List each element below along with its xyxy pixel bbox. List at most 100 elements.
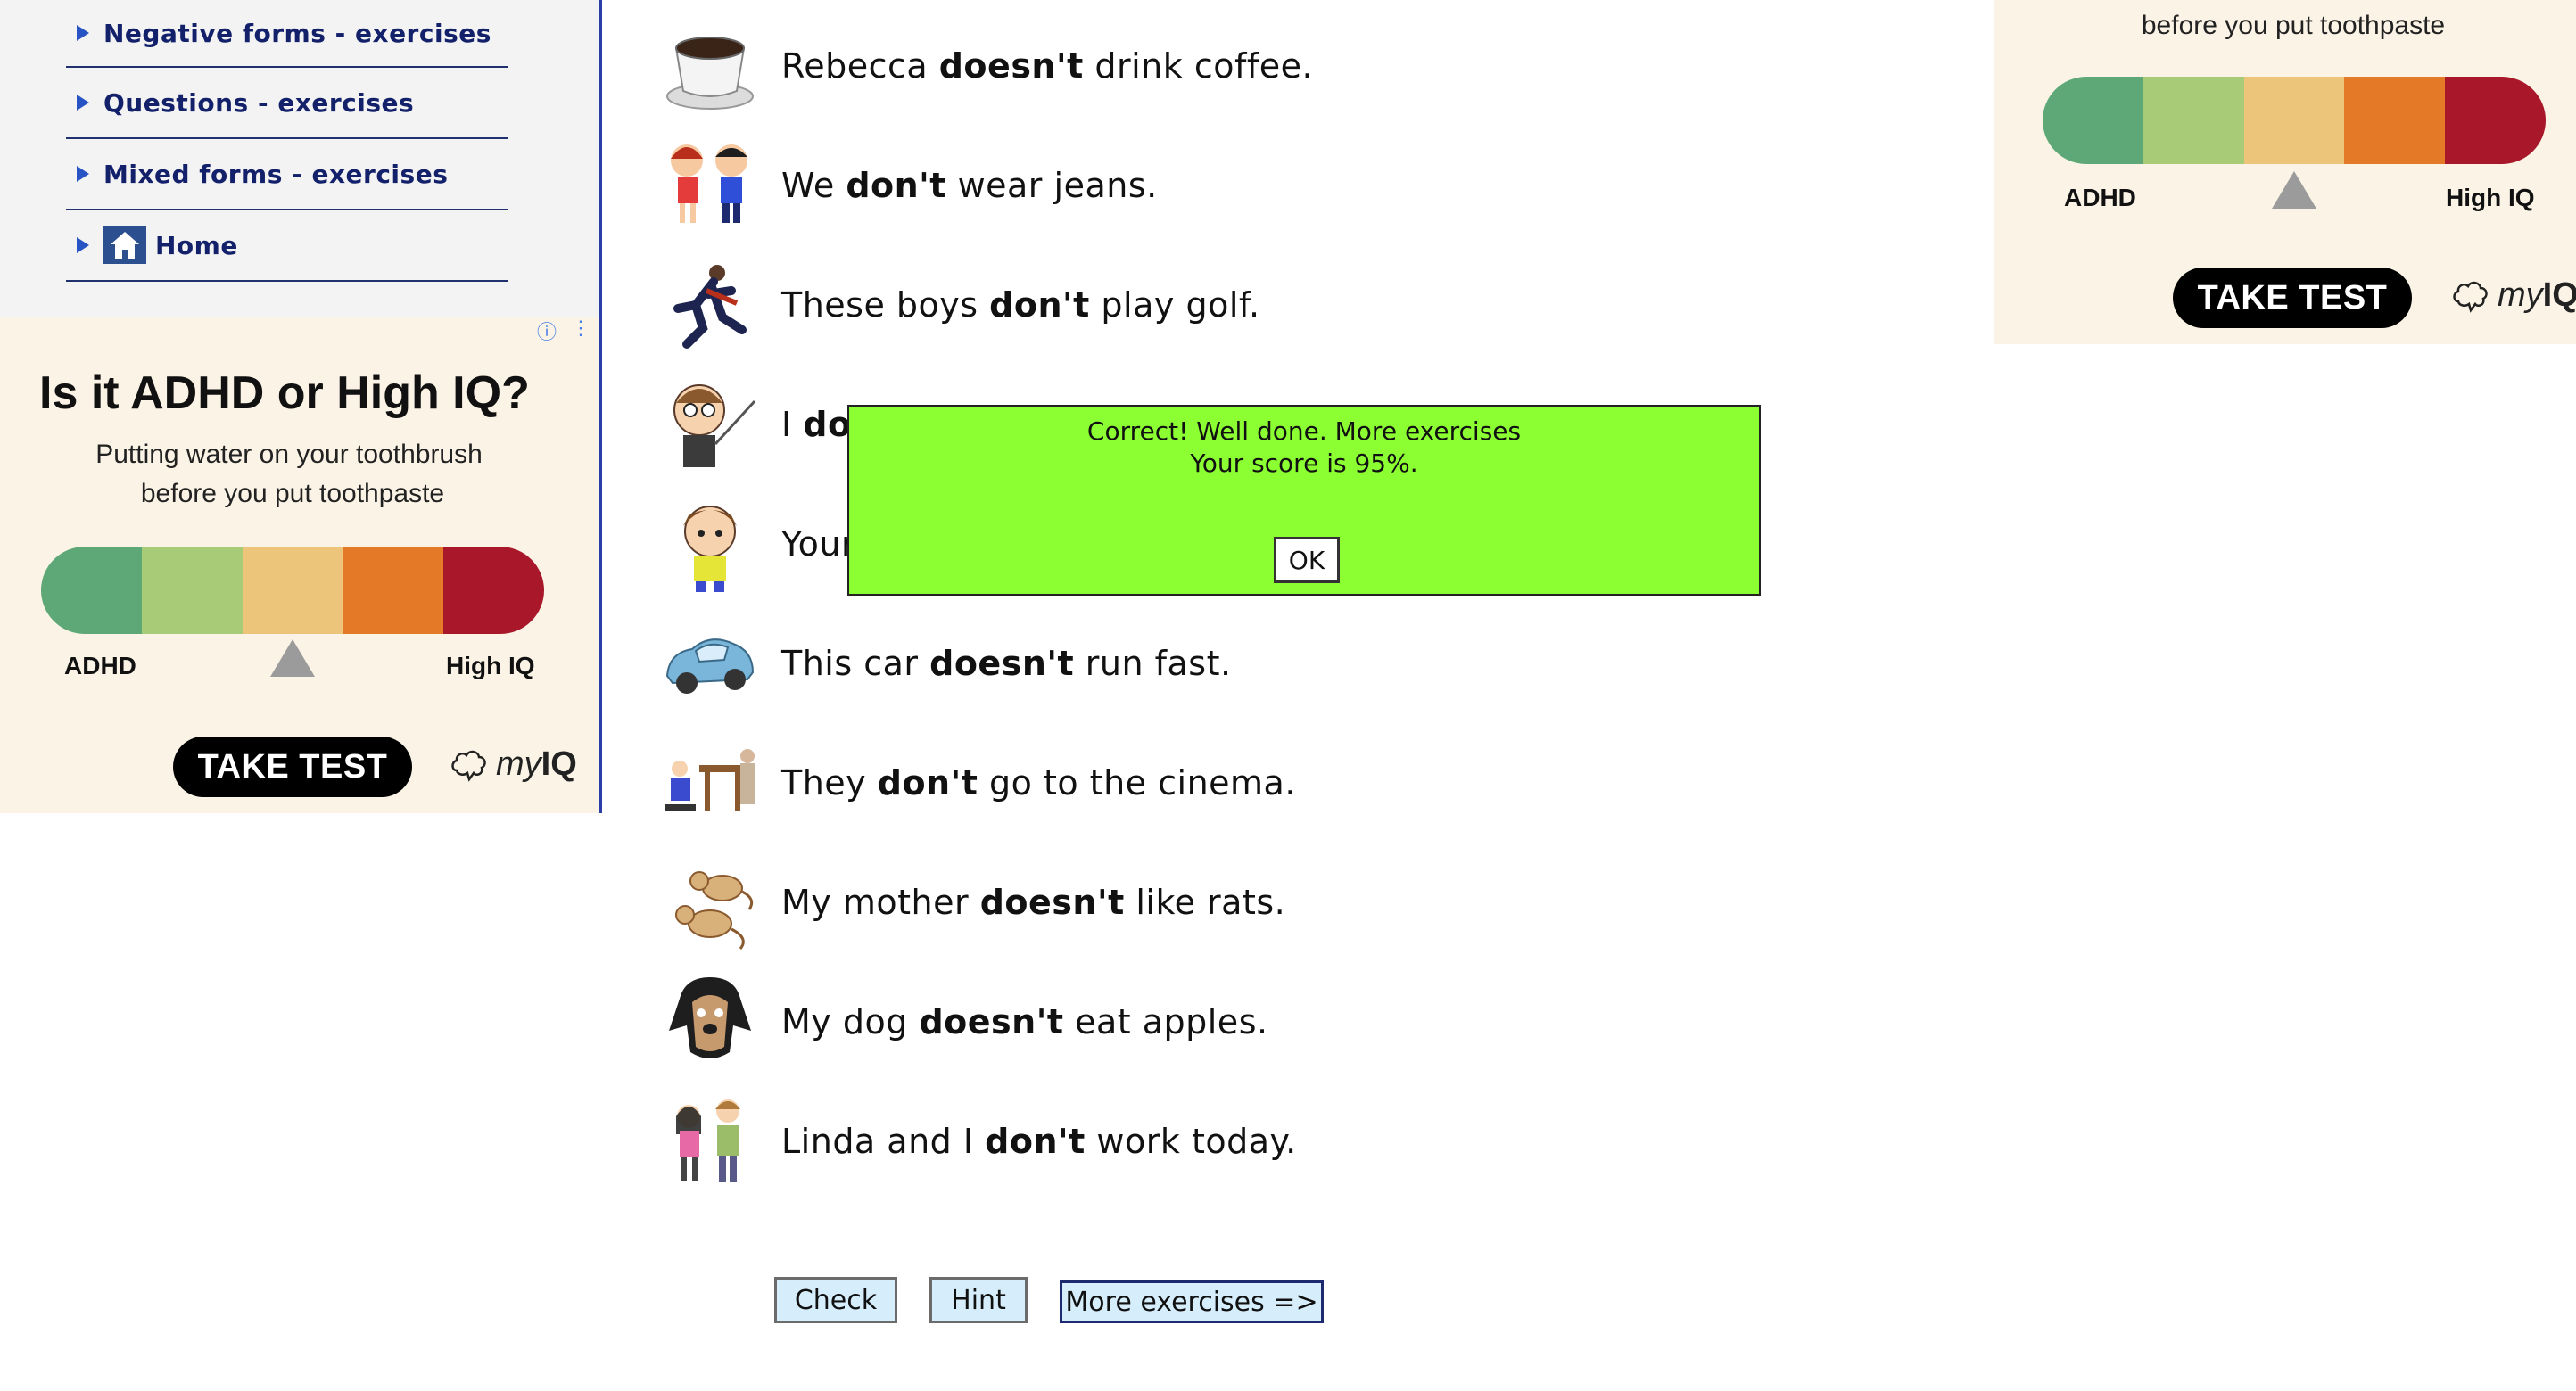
sidebar-item-label: Home [155,230,238,260]
gauge-pointer-icon [270,639,315,677]
couple-icon [660,1091,760,1191]
car-icon [660,613,760,713]
sentence-text: We [781,166,846,205]
gauge-pointer-icon [2272,171,2316,209]
sentence-text: drink coffee. [1083,46,1314,86]
gauge-label-right: High IQ [446,652,535,679]
answer-text[interactable]: don't [985,1122,1086,1161]
sentence-text: I [781,405,804,444]
sentence-text: My mother [781,883,980,922]
gauge-label-right: High IQ [2446,184,2535,211]
exercise-sentence: My mother doesn't like rats. [781,883,1285,922]
exercise-row: Rebecca doesn't drink coffee. [660,12,1313,119]
gauge-segment [443,547,544,634]
sentence-text: play golf. [1089,285,1260,325]
exercise-row: I do [660,371,852,478]
popup-message: Correct! Well done. More exercises Your … [849,416,1759,480]
gauge-bar [41,547,544,634]
sentence-text: This car [781,644,930,683]
take-test-button[interactable]: TAKE TEST [173,737,412,797]
answer-text[interactable]: doesn't [980,883,1125,922]
answer-text[interactable]: doesn't [929,644,1074,683]
exercise-row: We don't wear jeans. [660,132,1158,239]
sidebar-item-label: Mixed forms - exercises [103,159,449,189]
exercise-sentence: Your [781,524,855,564]
ad-title: Is it ADHD or High IQ? [39,367,530,419]
sidebar: Negative forms - exercises Questions - e… [0,0,599,317]
sentence-text: My dog [781,1002,920,1041]
exercise-sentence: Rebecca doesn't drink coffee. [781,46,1313,86]
myiq-prefix: my [2498,276,2543,314]
popup-score: Your score is 95%. [1190,449,1418,478]
gauge-label-left: ADHD [64,652,136,679]
cinema-icon [660,733,760,833]
sentence-text: Your [781,524,856,564]
myiq-prefix: my [496,745,541,783]
answer-text[interactable]: doesn't [919,1002,1063,1041]
answer-text[interactable]: don't [846,166,946,205]
myiq-logo: my IQ [450,745,577,784]
ad-subtitle-line1: Putting water on your toothbrush [95,440,483,469]
gauge-segment [141,547,243,634]
exercise-sentence: These boys don't play golf. [781,285,1260,325]
sentence-text: wear jeans. [945,166,1158,205]
ad-menu-icon[interactable]: ⋮ [571,317,590,340]
exercise-sentence: Linda and I don't work today. [781,1122,1297,1161]
ad-banner-left[interactable]: ⓘ ⋮ Is it ADHD or High IQ? Putting water… [0,317,599,813]
gauge-segment [2243,77,2345,164]
check-button[interactable]: Check [774,1277,897,1323]
gauge-segment [2344,77,2446,164]
sidebar-item-home[interactable]: Home [66,210,508,282]
gauge-segment [2043,77,2143,164]
exercise-row: This car doesn't run fast. [660,610,1232,717]
sentence-text: These boys [781,285,990,325]
exercise-row: They don't go to the cinema. [660,729,1296,836]
gauge-segment [2143,77,2244,164]
gauge-bar [2043,77,2546,164]
take-test-button[interactable]: TAKE TEST [2173,268,2412,328]
exercise-sentence: This car doesn't run fast. [781,644,1232,683]
rats-icon [660,852,760,952]
popup-message-line1: Correct! Well done. More exercises [1086,416,1522,446]
exercise-row: My mother doesn't like rats. [660,849,1285,956]
sidebar-item-label: Negative forms - exercises [103,18,491,48]
ok-button[interactable]: OK [1274,537,1340,583]
answer-text[interactable]: don't [989,285,1090,325]
gauge-segment [41,547,142,634]
triangle-right-icon [77,95,89,111]
exercise-row: These boys don't play golf. [660,251,1260,358]
hint-button[interactable]: Hint [929,1277,1028,1323]
ad-subtitle-line2: before you put toothpaste [140,479,445,508]
sidebar-item-questions[interactable]: Questions - exercises [66,68,508,139]
myiq-suffix: IQ [2542,276,2576,314]
triangle-right-icon [77,237,89,253]
triangle-right-icon [77,166,89,182]
exercise-sentence: I do [781,405,852,444]
exercise-sentence: We don't wear jeans. [781,166,1158,205]
teacher-icon [660,374,760,474]
sidebar-item-negative-forms[interactable]: Negative forms - exercises [66,0,508,68]
ad-subtitle-line2: before you put toothpaste [2141,11,2446,40]
home-icon [103,226,146,264]
gauge-label-left: ADHD [2064,184,2136,211]
brain-icon [451,750,486,782]
answer-text[interactable]: don't [878,763,978,802]
gauge-segment [343,547,444,634]
sentence-text: run fast. [1074,644,1232,683]
more-exercises-button[interactable]: More exercises => [1060,1280,1324,1323]
ad-info-icon[interactable]: ⓘ [537,317,557,345]
answer-text[interactable]: do [803,405,851,444]
sidebar-divider [599,0,602,813]
ad-banner-right[interactable]: before you put toothpaste ADHD High IQ T… [1994,0,2576,344]
sidebar-item-mixed-forms[interactable]: Mixed forms - exercises [66,139,508,210]
runners-icon [660,255,760,355]
sentence-text: Linda and I [781,1122,986,1161]
exercise-row: My dog doesn't eat apples. [660,968,1268,1075]
answer-text[interactable]: doesn't [939,46,1084,86]
sentence-text: go to the cinema. [978,763,1296,802]
myiq-logo: my IQ [2451,276,2576,315]
gauge-segment [242,547,343,634]
exercise-sentence: They don't go to the cinema. [781,763,1296,802]
dog-icon [660,972,760,1072]
sentence-text: eat apples. [1063,1002,1268,1041]
